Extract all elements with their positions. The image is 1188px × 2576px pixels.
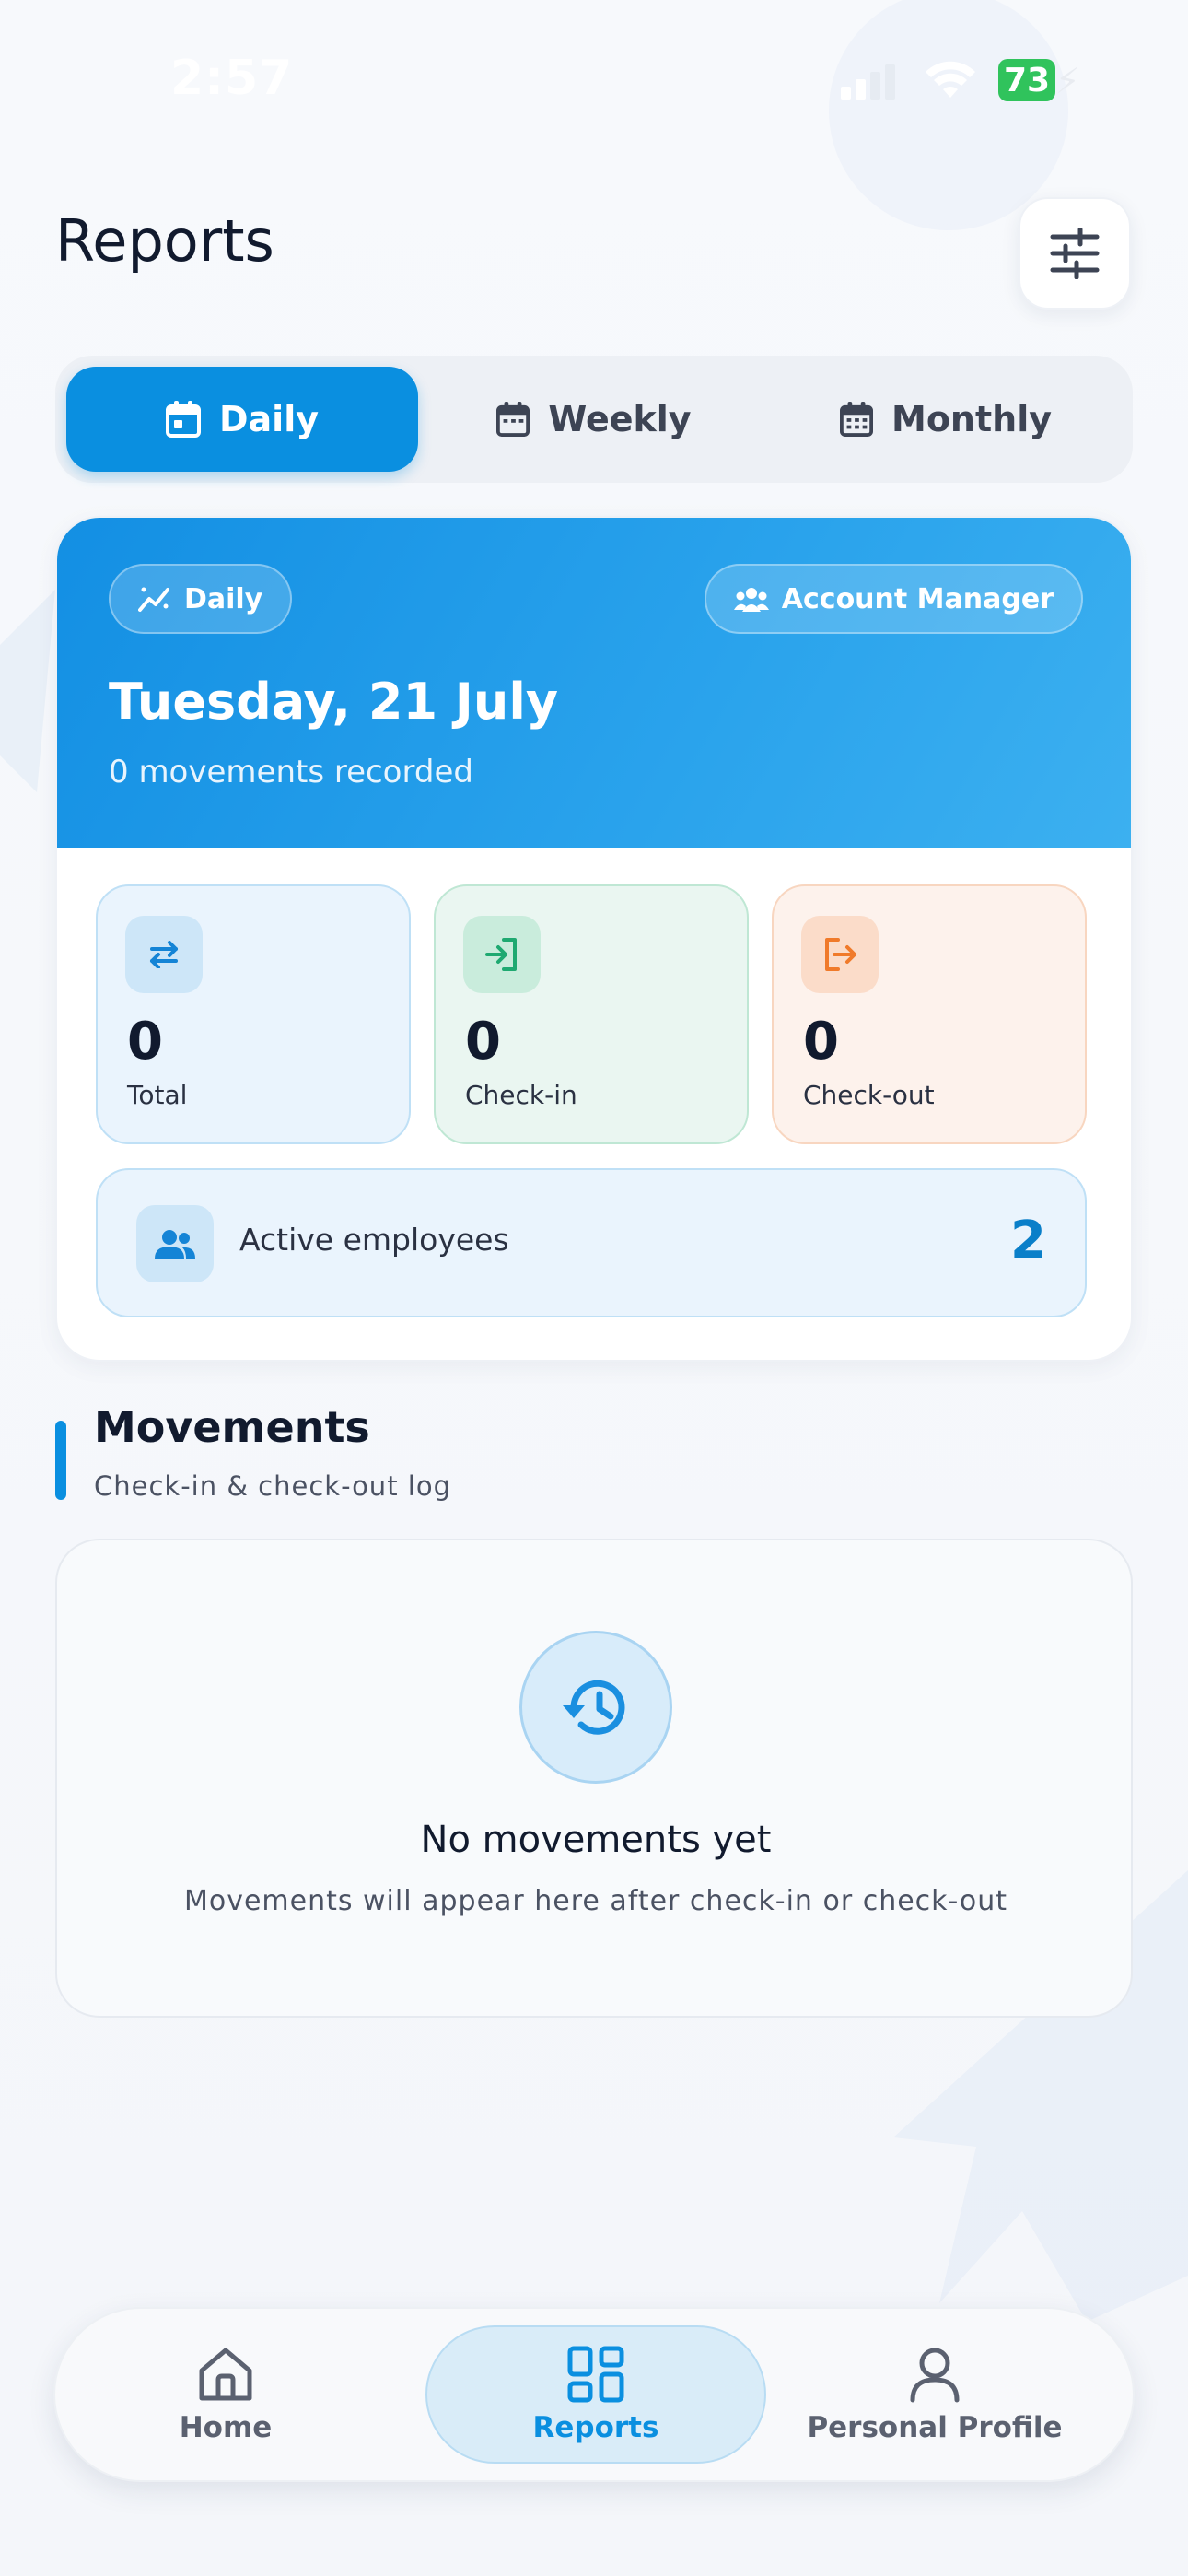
stat-checkin-label: Check-in: [465, 1080, 577, 1110]
bottom-navigation: Home Reports Personal Profile: [53, 2307, 1135, 2482]
empty-state-message: Movements will appear here after check-i…: [183, 1885, 1008, 1917]
period-tabs: Daily Weekly Monthly: [55, 356, 1133, 483]
summary-date: Tuesday, 21 July: [109, 673, 559, 731]
battery-indicator: 73: [998, 59, 1055, 101]
nav-home[interactable]: Home: [55, 2325, 396, 2464]
grid-icon: [567, 2346, 624, 2403]
role-chip: Account Manager: [704, 564, 1083, 634]
movements-empty-state: No movements yet Movements will appear h…: [55, 1539, 1133, 2018]
tab-monthly-label: Monthly: [891, 399, 1052, 439]
calendar-icon: [840, 402, 873, 437]
status-bar: 2:57 73 ⚡: [0, 0, 1188, 157]
tab-daily-label: Daily: [218, 399, 319, 439]
nav-reports-label: Reports: [532, 2411, 659, 2444]
movements-title: Movements: [94, 1402, 370, 1452]
active-employees-row[interactable]: Active employees 2: [96, 1168, 1087, 1317]
stat-checkout-value: 0: [803, 1012, 839, 1071]
period-chip-label: Daily: [184, 582, 263, 615]
summary-subtitle: 0 movements recorded: [109, 754, 473, 790]
tab-weekly[interactable]: Weekly: [418, 367, 770, 472]
person-icon: [910, 2348, 960, 2403]
nav-personal-profile[interactable]: Personal Profile: [764, 2325, 1105, 2464]
swap-icon: [125, 916, 203, 993]
daily-summary-card: Daily Account Manager Tuesday, 21 July 0…: [55, 516, 1133, 1362]
home-icon: [199, 2348, 252, 2401]
trending-icon: [138, 587, 169, 612]
group-icon: [733, 588, 769, 612]
nav-reports[interactable]: Reports: [425, 2325, 766, 2464]
sliders-icon: [1050, 228, 1100, 279]
charging-icon: ⚡: [1055, 61, 1080, 101]
people-icon: [136, 1205, 214, 1282]
nav-home-label: Home: [179, 2411, 273, 2444]
tab-monthly[interactable]: Monthly: [770, 367, 1122, 472]
tab-weekly-label: Weekly: [548, 399, 692, 439]
login-icon: [463, 916, 541, 993]
stat-checkin: 0 Check-in: [434, 884, 749, 1144]
role-chip-label: Account Manager: [781, 582, 1054, 615]
stat-checkout-label: Check-out: [803, 1080, 935, 1110]
summary-hero: Daily Account Manager Tuesday, 21 July 0…: [57, 518, 1131, 848]
period-chip: Daily: [109, 564, 293, 634]
tab-daily[interactable]: Daily: [66, 367, 418, 472]
active-employees-label: Active employees: [239, 1222, 509, 1258]
page-title: Reports: [55, 207, 274, 275]
stat-checkin-value: 0: [465, 1012, 501, 1071]
stat-total: 0 Total: [96, 884, 411, 1144]
section-accent-bar: [55, 1421, 66, 1500]
wifi-icon: [926, 61, 975, 98]
status-time: 2:57: [170, 51, 294, 106]
stat-total-value: 0: [127, 1012, 163, 1071]
empty-state-title: No movements yet: [420, 1819, 772, 1861]
active-employees-count: 2: [1010, 1211, 1046, 1270]
calendar-icon: [165, 401, 201, 438]
history-icon: [519, 1631, 672, 1784]
nav-profile-label: Personal Profile: [807, 2411, 1063, 2444]
signal-icon: [841, 64, 895, 100]
movements-subtitle: Check-in & check-out log: [94, 1470, 451, 1502]
logout-icon: [801, 916, 879, 993]
calendar-icon: [496, 402, 530, 437]
stat-checkout: 0 Check-out: [772, 884, 1087, 1144]
stat-total-label: Total: [127, 1080, 188, 1110]
filter-button[interactable]: [1019, 197, 1131, 310]
